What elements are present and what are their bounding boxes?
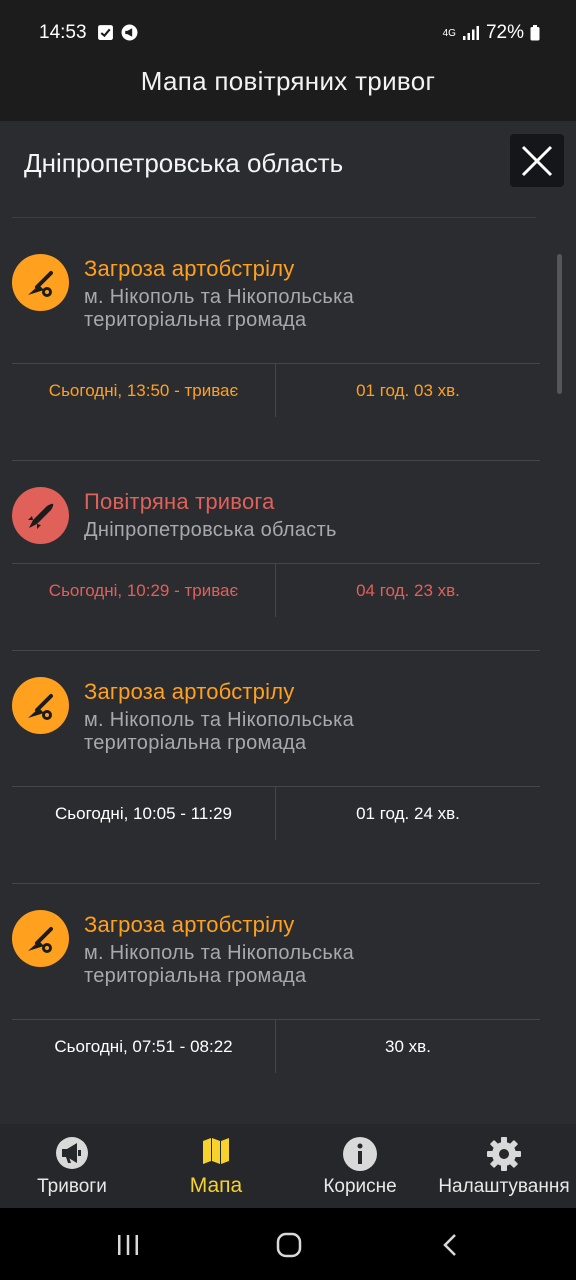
- alert-time: Сьогодні, 10:05 - 11:29: [55, 804, 232, 823]
- battery-percent: 72%: [485, 22, 524, 43]
- system-nav-bar: [0, 1208, 576, 1280]
- close-icon: [521, 145, 553, 177]
- alert-location-line: Дніпропетровська область: [84, 519, 337, 541]
- status-bar: 14:53 4G 72%: [0, 0, 576, 64]
- home-button[interactable]: [276, 1232, 302, 1258]
- nav-item-map[interactable]: Мапа: [144, 1124, 288, 1208]
- megaphone-notification-icon: [121, 24, 138, 41]
- map-icon: [203, 1138, 229, 1164]
- alert-duration: 04 год. 23 хв.: [356, 581, 460, 600]
- divider: [12, 460, 540, 461]
- alert-time: Сьогодні, 10:29 - триває: [48, 581, 239, 600]
- region-title: Дніпропетровська область: [24, 148, 344, 178]
- gear-icon: [487, 1137, 521, 1171]
- alert-location-line: м. Нікополь та Нікопольська: [84, 709, 355, 731]
- network-type: 4G: [442, 27, 456, 39]
- alert-location: м. Нікополь та Нікопольська територіальн…: [84, 709, 534, 755]
- bottom-nav: Тривоги Мапа Корисне Налаштування: [0, 1124, 576, 1208]
- screen: 14:53 4G 72% Мапа повітряних тривог Дніп…: [0, 0, 576, 1280]
- nav-label: Мапа: [189, 1174, 243, 1197]
- alert-duration: 30 хв.: [385, 1037, 431, 1056]
- status-right: 4G 72%: [443, 22, 540, 44]
- artillery-icon: [12, 254, 69, 311]
- app-header: Мапа повітряних тривог: [0, 58, 576, 108]
- alert-location-line: територіальна громада: [84, 965, 307, 987]
- alert-title: Повітряна тривога: [84, 489, 275, 514]
- nav-item-alerts[interactable]: Тривоги: [0, 1124, 144, 1208]
- alert-location: Дніпропетровська область: [84, 519, 534, 542]
- close-button[interactable]: [510, 134, 564, 187]
- status-time: 14:53: [39, 22, 87, 43]
- megaphone-icon: [56, 1137, 88, 1169]
- nav-item-useful[interactable]: Корисне: [288, 1124, 432, 1208]
- alert-duration: 01 год. 24 хв.: [356, 804, 460, 823]
- nav-item-settings[interactable]: Налаштування: [432, 1124, 576, 1208]
- divider: [12, 786, 540, 787]
- info-icon: [343, 1137, 377, 1171]
- scrollbar[interactable]: [557, 254, 562, 394]
- alert-time: Сьогодні, 13:50 - триває: [48, 381, 239, 400]
- alert-location-line: м. Нікополь та Нікопольська: [84, 286, 355, 308]
- divider: [12, 650, 540, 651]
- artillery-icon: [12, 677, 69, 734]
- divider: [12, 1019, 540, 1020]
- recent-apps-button[interactable]: [116, 1233, 140, 1257]
- alert-duration: 01 год. 03 хв.: [356, 381, 460, 400]
- divider: [12, 883, 540, 884]
- back-button[interactable]: [441, 1233, 461, 1257]
- alert-time: Сьогодні, 07:51 - 08:22: [54, 1037, 233, 1056]
- region-alerts-sheet: Дніпропетровська область Загроза артобст…: [0, 121, 576, 1124]
- alert-location: м. Нікополь та Нікопольська територіальн…: [84, 942, 534, 988]
- checkbox-notification-icon: [98, 25, 113, 40]
- divider: [12, 563, 540, 564]
- alert-location: м. Нікополь та Нікопольська територіальн…: [84, 286, 534, 332]
- nav-label: Корисне: [323, 1176, 397, 1197]
- app-title: Мапа повітряних тривог: [140, 66, 436, 96]
- divider: [12, 363, 540, 364]
- alert-title: Загроза артобстрілу: [84, 256, 295, 281]
- artillery-icon: [12, 910, 69, 967]
- alert-title: Загроза артобстрілу: [84, 912, 295, 937]
- divider: [12, 217, 536, 218]
- nav-label: Тривоги: [37, 1176, 107, 1197]
- battery-icon: [530, 25, 540, 41]
- alert-location-line: м. Нікополь та Нікопольська: [84, 942, 355, 964]
- alert-location-line: територіальна громада: [84, 732, 307, 754]
- alert-title: Загроза артобстрілу: [84, 679, 295, 704]
- alert-location-line: територіальна громада: [84, 309, 307, 331]
- signal-icon: [462, 26, 479, 40]
- missile-icon: [12, 487, 69, 544]
- nav-label: Налаштування: [438, 1176, 570, 1197]
